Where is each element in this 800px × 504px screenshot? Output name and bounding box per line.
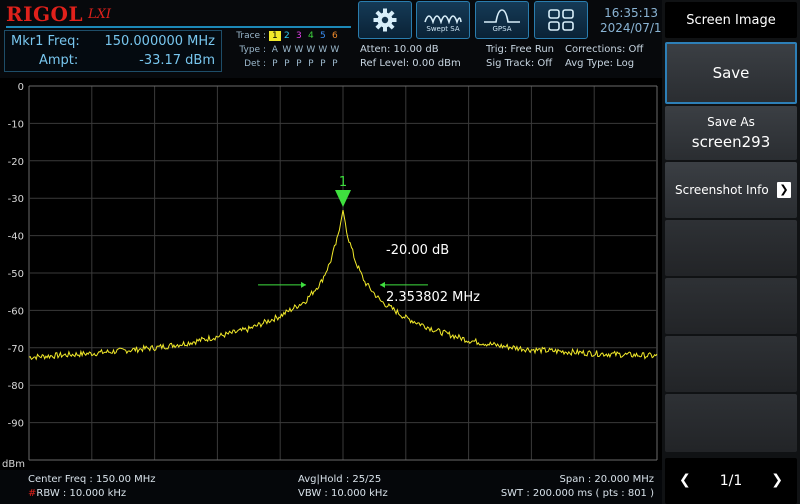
atten-readout: Atten: 10.00 dB: [360, 44, 439, 55]
screenshot-info-button[interactable]: Screenshot Info ❯: [665, 162, 797, 218]
trace-type-3[interactable]: W: [293, 45, 305, 55]
save-as-filename: screen293: [691, 133, 771, 151]
trace-number-5[interactable]: 5: [317, 31, 329, 41]
vbw-readout[interactable]: VBW : 10.000 kHz: [298, 488, 388, 499]
clock-time: 16:35:13: [604, 6, 658, 20]
trace-type-4[interactable]: W: [305, 45, 317, 55]
trace-det-3[interactable]: P: [293, 59, 305, 69]
page-indicator: 1/1: [719, 473, 743, 489]
marker-ampt-value: -33.17 dBm: [139, 53, 215, 68]
y-tick-label: -40: [8, 232, 24, 243]
save-as-label: Save As: [707, 115, 755, 129]
trace-type-1[interactable]: A: [269, 45, 281, 55]
gpsa-label: GPSA: [492, 24, 512, 33]
empty-softkey-7[interactable]: [665, 336, 797, 392]
window-layout-button[interactable]: [534, 1, 588, 39]
trace-number-1[interactable]: 1: [268, 31, 281, 41]
trace-number-6[interactable]: 6: [329, 31, 341, 41]
marker-freq-label: Mkr1 Freq:: [11, 34, 80, 49]
ndb-left-arrow-icon: [301, 281, 307, 288]
marker-1-number: 1: [339, 175, 347, 190]
softkey-menu: Screen Image Save Save As screen293 Scre…: [662, 0, 800, 504]
screenshot-info-label: Screenshot Info: [675, 183, 769, 197]
trace-number-4[interactable]: 4: [305, 31, 317, 41]
swept-sa-label: Swept SA: [426, 24, 460, 33]
trace-number-3[interactable]: 3: [293, 31, 305, 41]
trace-type-6[interactable]: W: [329, 45, 341, 55]
sig-track-readout: Sig Track: Off: [486, 58, 553, 69]
rigol-logo: RIGOL LXI: [6, 2, 111, 26]
y-tick-label: -20: [8, 157, 24, 168]
gpsa-button[interactable]: GPSA: [475, 1, 529, 39]
spectrum-icon: [424, 14, 462, 24]
ndb-bandwidth-annotation: 2.353802 MHz: [386, 290, 480, 305]
trace-det-1[interactable]: P: [269, 59, 281, 69]
empty-softkey-8[interactable]: [665, 394, 797, 452]
avg-hold-readout[interactable]: Avg|Hold : 25/25: [298, 474, 381, 485]
page-prev-icon[interactable]: ❮: [679, 472, 691, 488]
brand-name: RIGOL: [6, 2, 84, 26]
status-header: RIGOL LXI Mkr1 Freq: 150.000000 MHz Ampt…: [0, 0, 670, 78]
clock: 16:35:13 2024/07/11: [600, 6, 670, 36]
lxi-logo: LXI: [88, 6, 112, 22]
avg-type-readout: Avg Type: Log: [565, 58, 635, 69]
y-tick-label: -70: [8, 344, 24, 355]
trace-number-2[interactable]: 2: [281, 31, 293, 41]
trace-type-2[interactable]: W: [281, 45, 293, 55]
save-as-button[interactable]: Save As screen293: [665, 106, 797, 160]
gpsa-icon: [484, 8, 520, 23]
empty-softkey-6[interactable]: [665, 278, 797, 334]
ndb-level-annotation: -20.00 dB: [386, 243, 449, 258]
trace-det-2[interactable]: P: [281, 59, 293, 69]
settings-button[interactable]: [358, 1, 412, 39]
marker-readout[interactable]: Mkr1 Freq: 150.000000 MHz Ampt: -33.17 d…: [4, 30, 222, 72]
trace-status[interactable]: Trace : 123456 Type : AWWWWW Det : PPPPP…: [226, 30, 352, 72]
trig-readout: Trig: Free Run: [486, 44, 554, 55]
sweep-status-bar: Center Freq : 150.00 MHz #RBW : 10.000 k…: [0, 470, 662, 504]
swt-readout[interactable]: SWT : 200.000 ms ( pts : 801 ): [501, 488, 654, 499]
ref-level-readout: Ref Level: 0.00 dBm: [360, 58, 461, 69]
save-button[interactable]: Save: [665, 42, 797, 104]
y-tick-label: -30: [8, 194, 24, 205]
ndb-right-arrow-icon: [379, 281, 385, 288]
clock-date: 2024/07/11: [600, 21, 670, 35]
y-tick-label: -80: [8, 381, 24, 392]
menu-title: Screen Image: [665, 2, 797, 38]
chevron-right-icon: ❯: [777, 182, 791, 198]
trace-det-5[interactable]: P: [317, 59, 329, 69]
grid-layout-icon: [548, 9, 574, 31]
y-tick-label: -50: [8, 269, 24, 280]
y-tick-label: -10: [8, 119, 24, 130]
rbw-readout[interactable]: RBW : 10.000 kHz: [36, 488, 126, 499]
page-next-icon[interactable]: ❯: [771, 472, 783, 488]
spectrum-display[interactable]: 0 -10 -20 -30 -40 -50 -60 -70 -80 -90 dBm 1 -20.0…: [0, 78, 662, 470]
y-tick-label: -90: [8, 419, 24, 430]
empty-softkey-5[interactable]: [665, 220, 797, 276]
swept-sa-button[interactable]: Swept SA: [416, 1, 470, 39]
corrections-readout: Corrections: Off: [565, 44, 644, 55]
trace-det-4[interactable]: P: [305, 59, 317, 69]
span-readout[interactable]: Span : 20.000 MHz: [560, 474, 654, 485]
trace-det-6[interactable]: P: [329, 59, 341, 69]
y-tick-label: 0: [18, 82, 24, 93]
trace-type-5[interactable]: W: [317, 45, 329, 55]
det-label: Det :: [244, 59, 266, 69]
header-divider: [6, 26, 351, 28]
type-label: Type :: [239, 45, 266, 55]
marker-freq-value: 150.000000 MHz: [104, 34, 215, 49]
trace-label: Trace :: [236, 31, 266, 41]
menu-pager: ❮ 1/1 ❯: [665, 458, 797, 504]
y-tick-label: -60: [8, 306, 24, 317]
gear-icon: [373, 8, 397, 32]
center-freq-readout[interactable]: Center Freq : 150.00 MHz: [28, 474, 156, 485]
y-unit-label: dBm: [2, 459, 25, 470]
marker-ampt-label: Ampt:: [39, 53, 79, 68]
spectrum-plot[interactable]: 0 -10 -20 -30 -40 -50 -60 -70 -80 -90 dBm 1 -20.0…: [0, 78, 662, 470]
